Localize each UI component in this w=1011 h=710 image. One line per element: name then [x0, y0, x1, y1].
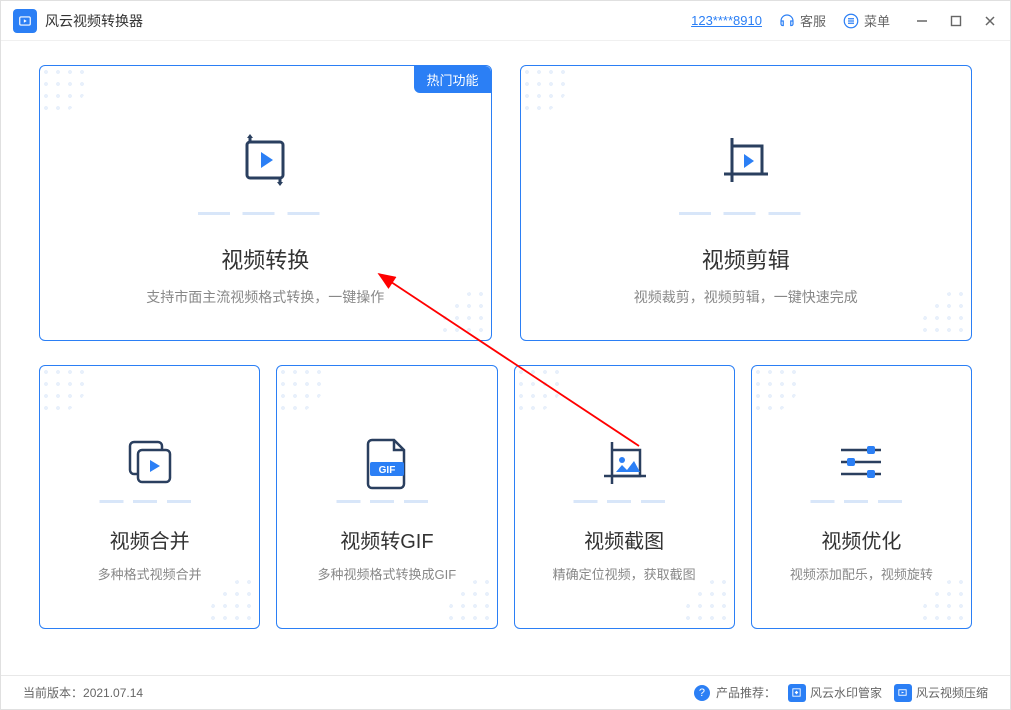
card-desc: 视频裁剪，视频剪辑，一键快速完成: [634, 287, 858, 307]
card-title: 视频剪辑: [702, 243, 790, 275]
card-title: 视频转换: [221, 243, 309, 275]
version-label: 当前版本：: [23, 684, 83, 701]
card-video-gif[interactable]: GIF 视频转GIF 多种视频格式转换成GIF: [276, 365, 497, 629]
menu-icon: [842, 12, 860, 30]
app-title: 风云视频转换器: [45, 11, 143, 31]
version-value: 2021.07.14: [83, 686, 143, 700]
customer-service-button[interactable]: 客服: [778, 11, 826, 30]
service-label: 客服: [800, 11, 826, 30]
card-desc: 视频添加配乐，视频旋转: [790, 564, 933, 583]
card-desc: 多种格式视频合并: [98, 564, 202, 583]
video-optimize-icon: [833, 412, 889, 512]
recommend-label: 产品推荐：: [716, 684, 776, 701]
help-icon[interactable]: ?: [694, 685, 710, 701]
card-title: 视频合并: [110, 525, 190, 554]
video-merge-icon: [122, 412, 178, 512]
app-logo-icon: [13, 9, 37, 33]
headset-icon: [778, 12, 796, 30]
maximize-button[interactable]: [948, 13, 964, 29]
menu-button[interactable]: 菜单: [842, 11, 890, 30]
video-edit-icon: [714, 100, 778, 220]
card-desc: 多种视频格式转换成GIF: [318, 564, 457, 583]
card-video-edit[interactable]: 视频剪辑 视频裁剪，视频剪辑，一键快速完成: [520, 65, 973, 341]
hot-badge: 热门功能: [414, 66, 490, 93]
product-label: 风云水印管家: [810, 684, 882, 701]
card-title: 视频优化: [821, 525, 901, 554]
card-title: 视频转GIF: [340, 525, 433, 554]
svg-text:GIF: GIF: [379, 465, 396, 476]
video-screenshot-icon: [596, 412, 652, 512]
close-button[interactable]: [982, 13, 998, 29]
card-video-convert[interactable]: 热门功能 视频转换 支持市面主流视频格式转换，一键操作: [39, 65, 492, 341]
card-desc: 支持市面主流视频格式转换，一键操作: [146, 287, 384, 307]
card-title: 视频截图: [584, 525, 664, 554]
card-video-screenshot[interactable]: 视频截图 精确定位视频，获取截图: [514, 365, 735, 629]
card-video-merge[interactable]: 视频合并 多种格式视频合并: [39, 365, 260, 629]
video-gif-icon: GIF: [362, 412, 412, 512]
footer-bar: 当前版本： 2021.07.14 ? 产品推荐： 风云水印管家 风云视频压缩: [1, 675, 1010, 709]
main-content: 热门功能 视频转换 支持市面主流视频格式转换，一键操作: [1, 41, 1010, 645]
compress-icon: [894, 684, 912, 702]
video-convert-icon: [233, 100, 297, 220]
watermark-icon: [788, 684, 806, 702]
feature-row-top: 热门功能 视频转换 支持市面主流视频格式转换，一键操作: [39, 65, 972, 341]
product-label: 风云视频压缩: [916, 684, 988, 701]
menu-label: 菜单: [864, 11, 890, 30]
product-link-watermark[interactable]: 风云水印管家: [788, 684, 882, 702]
card-desc: 精确定位视频，获取截图: [553, 564, 696, 583]
minimize-button[interactable]: [914, 13, 930, 29]
feature-row-bottom: 视频合并 多种格式视频合并 GIF 视频转GIF 多种视频格式转换成GIF: [39, 365, 972, 629]
account-id-link[interactable]: 123****8910: [691, 13, 762, 28]
product-link-compress[interactable]: 风云视频压缩: [894, 684, 988, 702]
title-bar: 风云视频转换器 123****8910 客服 菜单: [1, 1, 1010, 41]
card-video-optimize[interactable]: 视频优化 视频添加配乐，视频旋转: [751, 365, 972, 629]
